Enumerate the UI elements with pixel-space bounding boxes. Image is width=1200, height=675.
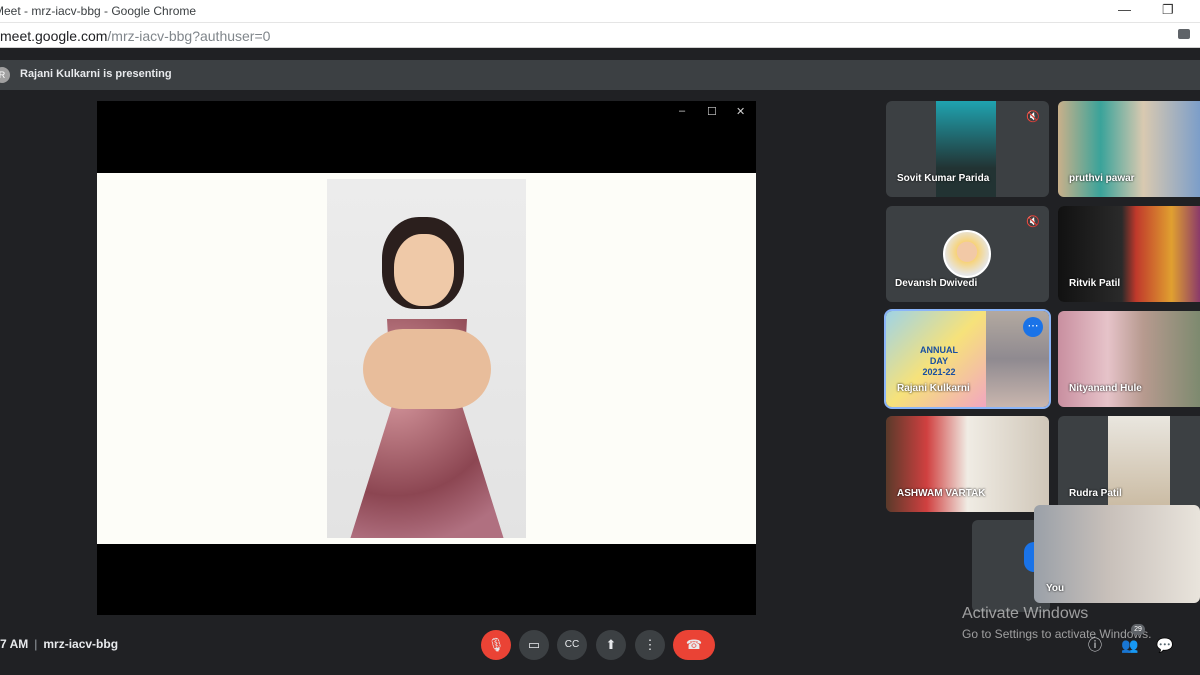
stage-maximize-icon[interactable]: ☐ [707, 105, 717, 118]
presenter-avatar: R [0, 67, 10, 83]
people-icon[interactable]: 👥 [1121, 636, 1139, 654]
face-shape [394, 234, 454, 306]
participant-tile[interactable]: ANNUAL DAY 2021-22 ⋯ Rajani Kulkarni [884, 309, 1051, 409]
more-options-icon[interactable]: ⋯ [1023, 317, 1043, 337]
participant-tile[interactable]: Nityanand Hule [1058, 311, 1200, 407]
mic-off-icon: 🔇 [1023, 212, 1043, 232]
self-view[interactable]: You [1034, 505, 1200, 603]
participant-name: pruthvi pawar [1069, 173, 1135, 184]
participant-tile[interactable]: 🔇 Devansh Dwivedi [886, 206, 1049, 302]
presenting-banner: R Rajani Kulkarni is presenting [0, 60, 1200, 90]
presentation-stage: – ☐ ✕ [97, 101, 756, 615]
stage-minimize-icon[interactable]: – [679, 105, 685, 117]
leave-call-button[interactable]: ☎ [673, 630, 715, 660]
participant-tile[interactable]: pruthvi pawar [1058, 101, 1200, 197]
people-count-badge: 29 [1131, 624, 1145, 635]
browser-title-bar: Meet - mrz-iacv-bbg - Google Chrome — ❐ [0, 0, 1200, 22]
arms-shape [363, 329, 491, 409]
camera-toggle-button[interactable]: ▭ [519, 630, 549, 660]
address-bar[interactable]: meet.google.com/mrz-iacv-bbg?authuser=0 [0, 22, 1200, 48]
chat-icon[interactable]: 💬 [1156, 636, 1174, 654]
participant-name: Sovit Kumar Parida [897, 173, 990, 184]
more-options-button[interactable]: ⋮ [635, 630, 665, 660]
activation-watermark-title: Activate Windows [962, 605, 1089, 622]
presented-photo [327, 179, 526, 538]
meeting-details-icon[interactable]: ⓘ [1086, 636, 1104, 654]
camera-permission-icon[interactable] [1178, 29, 1190, 39]
participant-name: Nityanand Hule [1069, 383, 1142, 394]
meeting-separator: | [34, 637, 38, 651]
restore-button[interactable]: ❐ [1162, 2, 1174, 18]
url-path: /mrz-iacv-bbg?authuser=0 [107, 28, 271, 44]
meeting-code: mrz-iacv-bbg [43, 637, 119, 651]
meeting-info: 7 AM | mrz-iacv-bbg [0, 637, 118, 651]
slide-line: ANNUAL [920, 345, 958, 355]
self-name: You [1046, 583, 1065, 594]
participant-tile[interactable]: Rudra Patil [1058, 416, 1200, 512]
participant-name: Rajani Kulkarni [897, 383, 970, 394]
url-text[interactable]: meet.google.com/mrz-iacv-bbg?authuser=0 [0, 28, 270, 44]
window-title: Meet - mrz-iacv-bbg - Google Chrome [0, 4, 197, 18]
slide-text: ANNUAL DAY 2021-22 [920, 345, 958, 378]
participant-name: ASHWAM VARTAK [897, 488, 986, 499]
url-host: meet.google.com [0, 28, 108, 44]
present-now-button[interactable]: ⬆ [596, 630, 626, 660]
participant-tile[interactable]: 🔇 Sovit Kumar Parida [886, 101, 1049, 197]
slide-line: DAY [929, 356, 949, 366]
shared-screen [97, 173, 756, 544]
meeting-time: 7 AM [0, 637, 29, 651]
participant-name: Rudra Patil [1069, 488, 1122, 499]
presenting-text: Rajani Kulkarni is presenting [20, 68, 172, 80]
slide-line: 2021-22 [922, 367, 956, 377]
mic-off-icon: 🔇 [1023, 107, 1043, 127]
stage-close-icon[interactable]: ✕ [736, 105, 745, 118]
mic-toggle-button[interactable]: 🎙 [481, 630, 511, 660]
participant-name: Devansh Dwivedi [895, 278, 978, 289]
participant-name: Ritvik Patil [1069, 278, 1121, 289]
captions-button[interactable]: CC [557, 630, 587, 660]
participant-avatar [943, 230, 991, 278]
participant-tile[interactable]: Ritvik Patil [1058, 206, 1200, 302]
minimize-button[interactable]: — [1118, 2, 1131, 17]
participant-tile[interactable]: ASHWAM VARTAK [886, 416, 1049, 512]
